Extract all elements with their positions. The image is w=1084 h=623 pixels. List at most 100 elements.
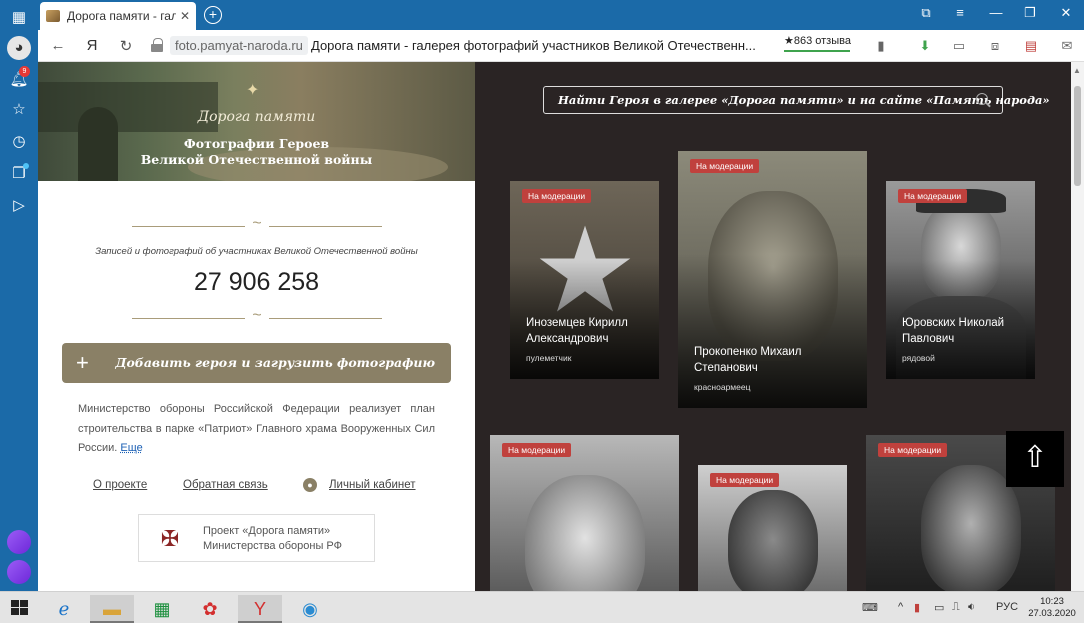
system-clock[interactable]: 10:23 27.03.2020: [1024, 596, 1080, 620]
hero-name: Прокопенко Михаил Степанович: [694, 344, 802, 376]
gallery-panel: Найти Героя в галерее «Дорога памяти» и …: [475, 62, 1071, 591]
menu-icon[interactable]: ≡: [950, 5, 970, 20]
scrollbar-thumb[interactable]: [1074, 86, 1081, 186]
collections-icon[interactable]: ❐: [7, 162, 31, 186]
moderation-badge: На модерации: [522, 189, 592, 203]
tab-active[interactable]: Дорога памяти - галерея ✕: [40, 2, 196, 30]
browser-sidebar: ▦ ◕ 🔔︎ 9 ☆ ◷ ❐ ▷: [0, 0, 38, 591]
hero-name-line1: Юровских Николай: [902, 317, 1005, 329]
notification-badge: 9: [19, 66, 30, 77]
tray-arrow-icon[interactable]: ^: [898, 601, 903, 613]
pdf-extension-icon[interactable]: ▤: [1022, 38, 1040, 54]
cabinet-link[interactable]: Личный кабинет: [329, 479, 416, 491]
scroll-up-arrow-icon[interactable]: ▲: [1073, 66, 1081, 75]
address-bar-row: ← Я ↻ foto.pamyat-naroda.ru Дорога памят…: [38, 30, 1084, 62]
add-hero-button[interactable]: + Добавить героя и загрузить фотографию: [62, 343, 451, 383]
ornament-divider: [132, 215, 382, 233]
hero-subtitle-line2: Великой Отечественной войны: [140, 152, 373, 167]
new-dot: [23, 163, 29, 169]
volume-icon[interactable]: 🔉︎: [968, 601, 975, 614]
project-box-line2: Министерства обороны РФ: [203, 540, 342, 552]
hero-name: Иноземцев Кирилл Александрович: [526, 315, 628, 347]
gallery-card[interactable]: На модерации: [490, 435, 679, 591]
add-hero-label: Добавить героя и загрузить фотографию: [115, 355, 435, 370]
hero-name-line2: Степанович: [694, 362, 758, 374]
back-button[interactable]: ←: [48, 37, 68, 54]
info-panel: ✦ Дорога памяти Фотографии Героев Велико…: [38, 62, 475, 591]
app-icon[interactable]: ✿: [188, 595, 232, 623]
history-clock-icon[interactable]: ◷: [7, 130, 31, 154]
language-indicator[interactable]: РУС: [996, 601, 1018, 613]
battery-icon[interactable]: ▭: [950, 38, 968, 54]
hero-rank: красноармеец: [694, 382, 751, 392]
alice-app-icon[interactable]: [7, 530, 31, 554]
reviews-badge[interactable]: ★863 отзыва: [784, 34, 851, 52]
hero-search-box[interactable]: Найти Героя в галерее «Дорога памяти» и …: [543, 86, 1050, 114]
gallery-card[interactable]: На модерации Прокопенко Михаил Степанови…: [678, 151, 867, 408]
yandex-home-icon[interactable]: Я: [82, 37, 102, 54]
more-link[interactable]: Еще: [120, 442, 142, 454]
media-app-icon[interactable]: ◉: [288, 595, 332, 623]
translate-icon[interactable]: ⧈: [986, 38, 1004, 54]
bell-icon[interactable]: 🔔︎ 9: [7, 66, 31, 92]
alice-assistant-icon[interactable]: [7, 560, 31, 584]
tab-close-icon[interactable]: ✕: [180, 9, 190, 23]
star-icon[interactable]: ☆: [7, 98, 31, 122]
portrait-image: [525, 475, 645, 591]
moderation-badge: На модерации: [878, 443, 948, 457]
hero-name-line1: Иноземцев Кирилл: [526, 317, 628, 329]
internet-explorer-icon[interactable]: ℯ: [42, 595, 86, 623]
brand-logo-text[interactable]: Дорога памяти: [38, 109, 475, 125]
url-page-title[interactable]: Дорога памяти - галерея фотографий участ…: [311, 38, 756, 53]
page-scrollbar[interactable]: ▲: [1071, 62, 1084, 591]
yandex-browser-icon[interactable]: Y: [238, 595, 282, 623]
gallery-card[interactable]: На модерации: [698, 465, 847, 591]
reviews-text: ★863 отзыва: [784, 35, 851, 47]
grid-icon[interactable]: ▦: [7, 6, 31, 30]
gallery-card[interactable]: ★ На модерации Иноземцев Кирилл Александ…: [510, 181, 659, 379]
search-icon[interactable]: [976, 93, 988, 105]
minimize-icon[interactable]: —: [986, 5, 1006, 20]
reviews-rating-bar: [784, 50, 850, 52]
tabs-overview-icon[interactable]: ⧉: [916, 5, 936, 21]
windows-start-icon[interactable]: [11, 600, 29, 616]
lock-icon[interactable]: [151, 38, 163, 52]
new-tab-button[interactable]: +: [204, 6, 222, 24]
hero-rank: пулеметчик: [526, 353, 572, 363]
hero-name-line1: Прокопенко Михаил: [694, 346, 802, 358]
clock-date: 27.03.2020: [1028, 608, 1076, 619]
bookmark-icon[interactable]: ▮: [872, 38, 890, 54]
scroll-to-top-button[interactable]: ⇧: [1006, 431, 1064, 487]
usb-icon[interactable]: ⎍: [952, 601, 960, 614]
site-favicon-icon: [46, 10, 60, 22]
about-link[interactable]: О проекте: [93, 479, 147, 491]
hero-subtitle: Фотографии Героев Великой Отечественной …: [38, 136, 475, 168]
gallery-card[interactable]: На модерации Юровских Николай Павлович р…: [886, 181, 1035, 379]
keyboard-icon[interactable]: ⌨: [862, 601, 878, 614]
user-icon: ●: [303, 478, 317, 492]
tab-bar: Дорога памяти - галерея ✕ + ⧉ ≡ — ❐ ✕: [38, 0, 1084, 30]
project-box-line1: Проект «Дорога памяти»: [203, 525, 331, 537]
ministry-project-box[interactable]: ✠ Проект «Дорога памяти» Министерства об…: [138, 514, 375, 562]
close-window-icon[interactable]: ✕: [1056, 5, 1076, 21]
description-text: Министерство обороны Российской Федераци…: [78, 400, 435, 459]
download-icon[interactable]: ⬇: [916, 38, 934, 54]
crane-emblem-icon: ✦: [246, 82, 260, 99]
hero-name-line2: Павлович: [902, 333, 955, 345]
moderation-badge: На модерации: [710, 473, 780, 487]
reload-button[interactable]: ↻: [116, 37, 136, 55]
network-icon[interactable]: ▭: [934, 601, 944, 614]
restore-icon[interactable]: ❐: [1020, 5, 1040, 21]
extension-icon[interactable]: ✉: [1058, 38, 1076, 54]
file-explorer-icon[interactable]: ▬: [90, 595, 134, 623]
spreadsheet-app-icon[interactable]: ▦: [140, 595, 184, 623]
moderation-badge: На модерации: [898, 189, 968, 203]
url-domain[interactable]: foto.pamyat-naroda.ru: [170, 36, 308, 55]
hero-banner: ✦ Дорога памяти Фотографии Героев Велико…: [38, 62, 475, 181]
windows-taskbar: ℯ ▬ ▦ ✿ Y ◉ ⌨ ^ ▮ ▭ ⎍ 🔉︎ РУС 10:23 27.03…: [0, 591, 1084, 623]
profile-avatar[interactable]: ◕: [7, 36, 31, 60]
feedback-link[interactable]: Обратная связь: [183, 479, 268, 491]
play-icon[interactable]: ▷: [7, 194, 31, 218]
hero-rank: рядовой: [902, 353, 935, 363]
tray-app-icon[interactable]: ▮: [914, 601, 920, 614]
